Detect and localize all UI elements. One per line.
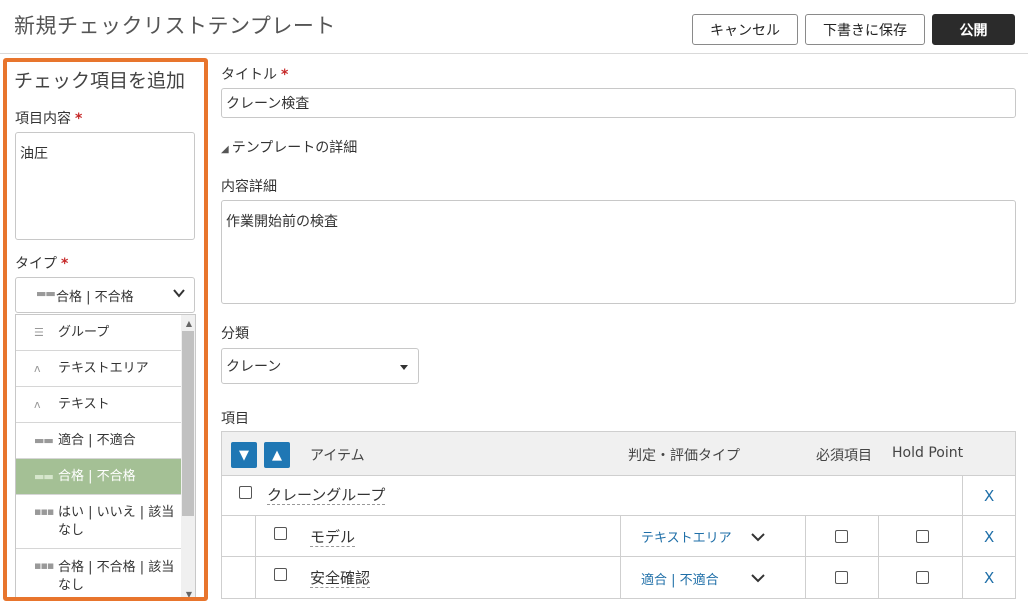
move-up-button[interactable]: ▲ (264, 442, 290, 468)
column-header-item: アイテム (310, 448, 365, 464)
description-textarea[interactable]: 作業開始前の検査 (221, 200, 1016, 304)
text-icon: ʌ (34, 397, 40, 411)
row-type-link[interactable]: テキストエリア (641, 527, 732, 546)
group-name[interactable]: クレーングループ (267, 486, 386, 505)
dropdown-scrollbar[interactable]: ▲ ▼ (181, 315, 195, 597)
column-divider (962, 557, 963, 598)
column-divider (878, 516, 879, 556)
item-content-textarea[interactable]: 油圧 (15, 132, 195, 240)
type-option-yes-no-na[interactable]: ▪▪▪ はい | いいえ | 該当なし (16, 495, 183, 549)
two-option-icon: ▬▬ (34, 469, 54, 483)
required-checkbox[interactable] (835, 530, 848, 543)
content-label: 項目内容 * (15, 108, 82, 128)
row-checkbox[interactable] (274, 568, 287, 581)
details-toggle-label: テンプレートの詳細 (231, 140, 358, 156)
two-option-icon: ▬▬ (34, 433, 54, 447)
arrow-down-icon: ▼ (239, 447, 249, 463)
hold-point-checkbox[interactable] (916, 530, 929, 543)
publish-button[interactable]: 公開 (932, 14, 1015, 45)
type-option-group[interactable]: ☰ グループ (16, 315, 183, 351)
type-option-text-area[interactable]: ʌ テキストエリア (16, 351, 183, 387)
category-select[interactable]: クレーン (221, 348, 419, 384)
column-divider (620, 557, 621, 598)
save-draft-button[interactable]: 下書きに保存 (805, 14, 925, 45)
collapse-triangle-icon: ◢ (221, 144, 229, 155)
required-marker: * (281, 67, 289, 83)
type-label-text: タイプ (15, 256, 57, 272)
column-header-type: 判定・評価タイプ (628, 448, 740, 464)
column-divider (255, 557, 256, 598)
title-label-text: タイトル (221, 67, 277, 83)
type-select[interactable]: ▬▬ 合格 | 不合格 (15, 277, 195, 313)
table-row: 安全確認 適合 | 不適合 X (222, 557, 1015, 598)
column-divider (255, 516, 256, 556)
row-item-name[interactable]: 安全確認 (310, 569, 371, 588)
type-option-pass-fail[interactable]: ▬▬ 合格 | 不合格 (16, 459, 183, 495)
delete-row-button[interactable]: X (984, 569, 994, 587)
content-label-text: 項目内容 (15, 111, 71, 127)
type-select-value: 合格 | 不合格 (56, 289, 134, 305)
option-label: グループ (58, 324, 110, 340)
group-checkbox[interactable] (239, 486, 252, 499)
group-icon: ☰ (34, 325, 44, 339)
arrow-up-icon: ▲ (272, 447, 282, 463)
text-area-icon: ʌ (34, 361, 40, 375)
caret-down-icon (400, 365, 408, 370)
scrollbar-thumb[interactable] (182, 331, 194, 516)
top-bar: 新規チェックリストテンプレート キャンセル 下書きに保存 公開 (0, 0, 1028, 54)
chevron-down-icon[interactable] (751, 573, 765, 583)
column-divider (878, 557, 879, 598)
type-option-conform[interactable]: ▬▬ 適合 | 不適合 (16, 423, 183, 459)
type-label: タイプ * (15, 253, 68, 273)
column-header-required: 必須項目 (816, 448, 872, 464)
column-divider (620, 516, 621, 556)
scroll-up-icon[interactable]: ▲ (186, 319, 192, 328)
row-checkbox[interactable] (274, 527, 287, 540)
required-marker: * (75, 111, 83, 127)
title-input[interactable]: クレーン検査 (221, 88, 1016, 118)
column-header-hold-point: Hold Point (892, 445, 964, 461)
table-row: モデル テキストエリア X (222, 516, 1015, 557)
column-divider (805, 557, 806, 598)
chevron-down-icon (173, 289, 185, 298)
table-row-group: クレーングループ X (222, 476, 1015, 516)
row-item-name[interactable]: モデル (310, 528, 356, 547)
column-divider (962, 476, 963, 515)
option-label: テキストエリア (58, 360, 149, 376)
option-label: 適合 | 不適合 (58, 432, 136, 448)
page-title: 新規チェックリストテンプレート (14, 14, 336, 38)
template-details-toggle[interactable]: ◢ テンプレートの詳細 (221, 137, 357, 157)
delete-row-button[interactable]: X (984, 528, 994, 546)
chevron-down-icon[interactable] (751, 532, 765, 542)
scroll-down-icon[interactable]: ▼ (186, 590, 192, 597)
table-header: ▼ ▲ アイテム 判定・評価タイプ 必須項目 Hold Point (222, 432, 1015, 476)
items-table: ▼ ▲ アイテム 判定・評価タイプ 必須項目 Hold Point クレーングル… (221, 431, 1016, 599)
type-option-pass-fail-na[interactable]: ▪▪▪ 合格 | 不合格 | 該当なし (16, 549, 183, 597)
option-label: テキスト (58, 396, 110, 412)
option-label: 合格 | 不合格 | 該当なし (58, 560, 175, 593)
three-option-icon: ▪▪▪ (34, 505, 54, 518)
hold-point-checkbox[interactable] (916, 571, 929, 584)
title-label: タイトル * (221, 64, 288, 84)
delete-group-button[interactable]: X (984, 487, 994, 505)
required-marker: * (61, 256, 69, 272)
option-label: 合格 | 不合格 (58, 468, 136, 484)
move-down-button[interactable]: ▼ (231, 442, 257, 468)
required-checkbox[interactable] (835, 571, 848, 584)
three-option-icon: ▪▪▪ (34, 559, 54, 572)
description-label: 内容詳細 (221, 179, 277, 195)
type-option-text[interactable]: ʌ テキスト (16, 387, 183, 423)
row-type-link[interactable]: 適合 | 不適合 (641, 569, 719, 588)
column-divider (805, 516, 806, 556)
column-divider (962, 516, 963, 556)
cancel-button[interactable]: キャンセル (692, 14, 798, 45)
add-check-item-panel: チェック項目を追加 項目内容 * 油圧 タイプ * ▬▬ 合格 | 不合格 ☰ グル… (3, 58, 208, 601)
two-option-icon: ▬▬ (36, 287, 56, 300)
category-label: 分類 (221, 326, 249, 342)
type-dropdown-list: ☰ グループ ʌ テキストエリア ʌ テキスト ▬▬ 適合 | 不適合 ▬▬ 合… (15, 314, 196, 597)
category-select-value: クレーン (226, 359, 282, 375)
option-label: はい | いいえ | 該当なし (58, 504, 175, 538)
add-panel-title: チェック項目を追加 (14, 70, 186, 92)
items-label: 項目 (221, 411, 249, 427)
